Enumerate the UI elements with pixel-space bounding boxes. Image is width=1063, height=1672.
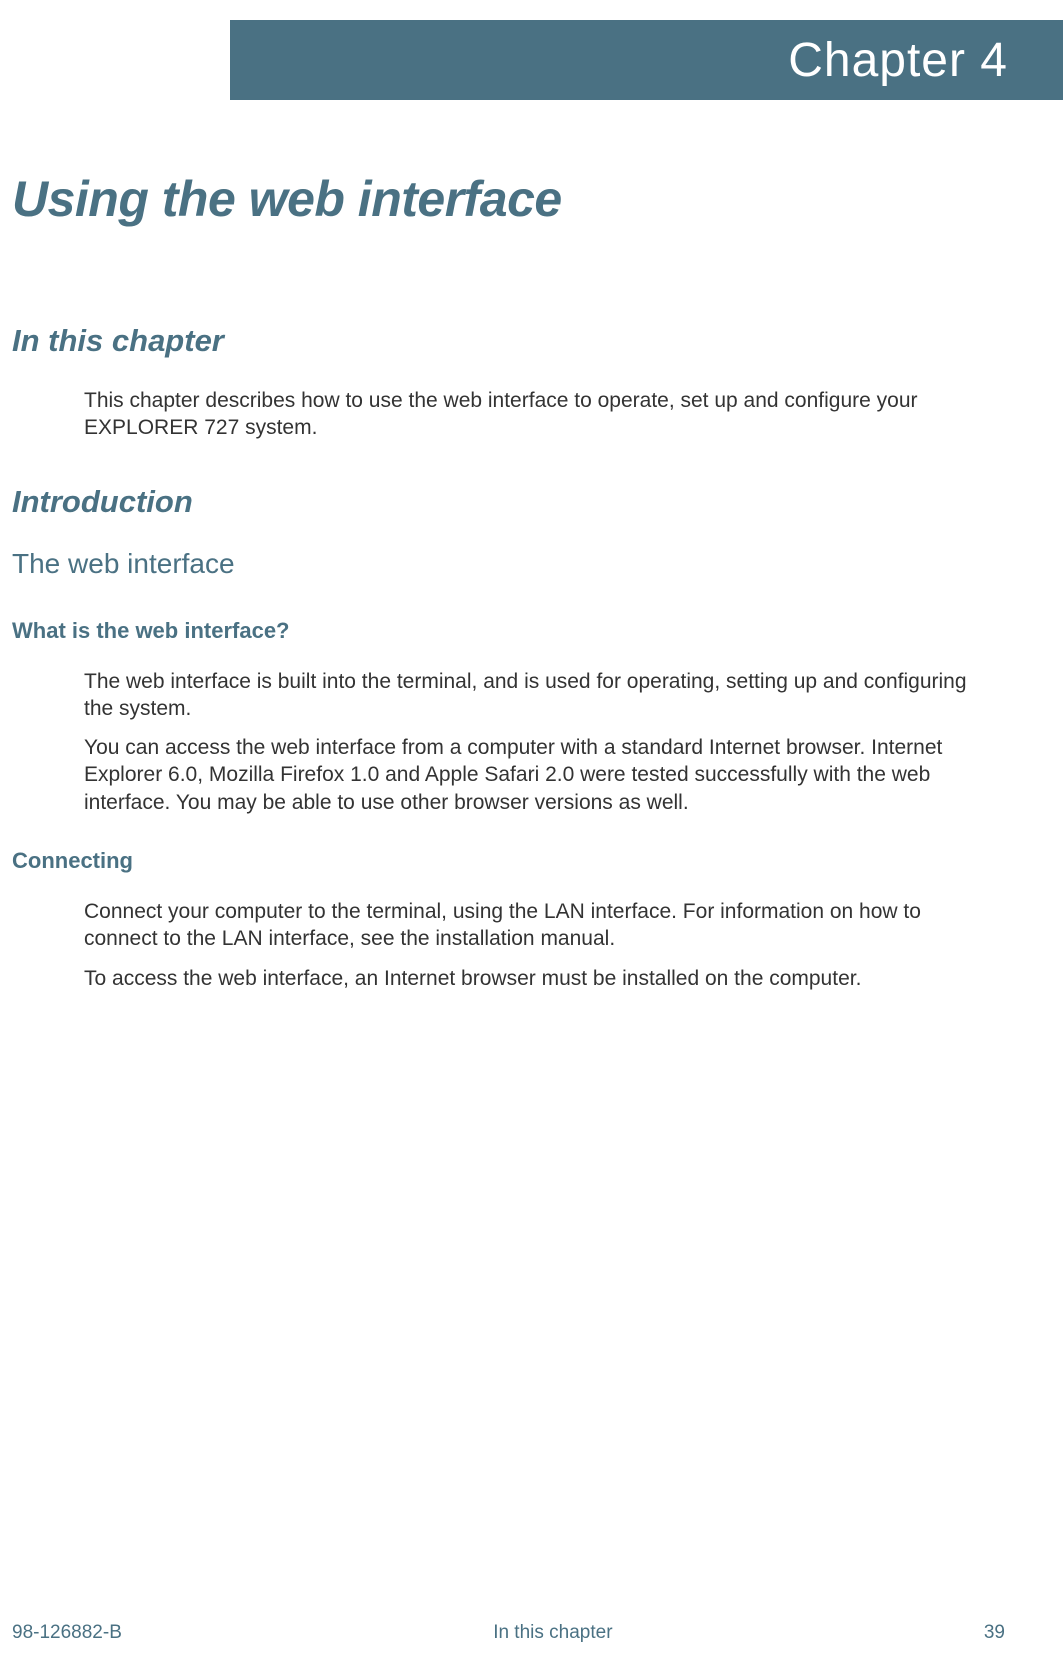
heading-connecting: Connecting xyxy=(12,848,1003,874)
section-introduction: Introduction xyxy=(12,484,1003,520)
chapter-title: Using the web interface xyxy=(12,170,1003,228)
footer-doc-id: 98-126882-B xyxy=(12,1622,122,1644)
body-paragraph: You can access the web interface from a … xyxy=(84,734,993,816)
subsection-web-interface: The web interface xyxy=(12,548,1003,580)
chapter-label: Chapter 4 xyxy=(788,33,1008,88)
content-area: Using the web interface In this chapter … xyxy=(12,170,1003,1004)
chapter-banner: Chapter 4 xyxy=(230,20,1063,100)
footer-page-number: 39 xyxy=(984,1622,1005,1644)
page-footer: 98-126882-B In this chapter 39 xyxy=(12,1622,1005,1644)
footer-section-name: In this chapter xyxy=(122,1622,984,1644)
body-paragraph: Connect your computer to the terminal, u… xyxy=(84,898,993,953)
body-paragraph: To access the web interface, an Internet… xyxy=(84,965,993,992)
heading-what-is: What is the web interface? xyxy=(12,618,1003,644)
intro-paragraph: This chapter describes how to use the we… xyxy=(84,387,993,442)
section-in-this-chapter: In this chapter xyxy=(12,323,1003,359)
body-paragraph: The web interface is built into the term… xyxy=(84,668,993,723)
